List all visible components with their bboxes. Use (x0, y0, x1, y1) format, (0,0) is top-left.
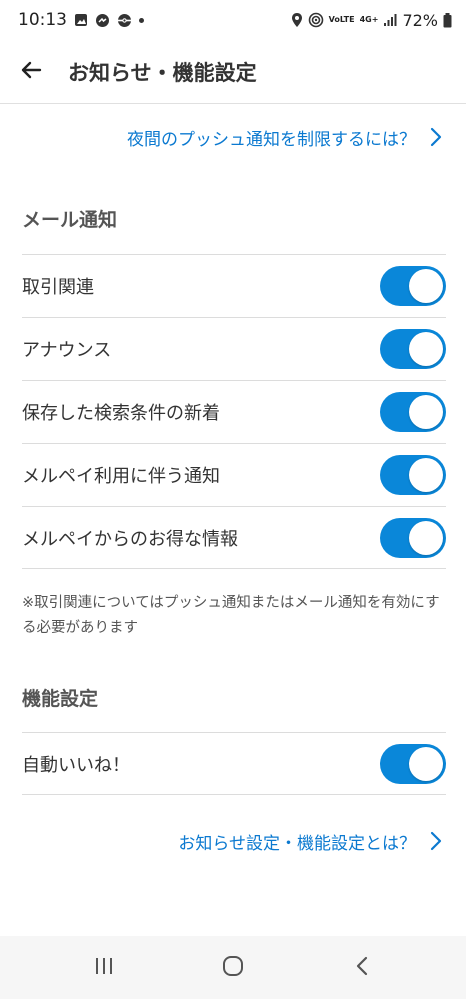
auto-like-toggle[interactable] (380, 743, 446, 784)
toggle-knob (409, 746, 443, 781)
row-label: 取引関連 (22, 277, 94, 298)
toggle-knob (409, 269, 443, 303)
volte-icon: VoLTE (328, 15, 355, 24)
feature-section-heading: 機能設定 (22, 688, 99, 710)
list-item: 保存した検索条件の新着 (22, 380, 446, 443)
location-icon (291, 12, 303, 28)
status-bar: 10:13 VoLTE 4G+ 72% (0, 0, 466, 40)
gallery-icon (74, 13, 88, 27)
row-label: アナウンス (22, 340, 112, 361)
push-limit-link-label: 夜間のプッシュ通知を制限するには？ (127, 129, 416, 150)
back-nav-button[interactable] (332, 943, 392, 993)
announcement-toggle[interactable] (380, 329, 446, 369)
arrow-left-icon (19, 58, 43, 86)
system-nav-bar (0, 936, 466, 999)
toggle-knob (409, 395, 443, 429)
push-limit-link[interactable]: 夜間のプッシュ通知を制限するには？ (0, 115, 466, 159)
mail-notification-note: ※取引関連についてはプッシュ通知またはメール通知を有効にする必要があります (22, 595, 440, 636)
list-item: メルペイ利用に伴う通知 (22, 443, 446, 506)
about-settings-link[interactable]: お知らせ設定・機能設定とは？ (0, 819, 466, 863)
app-bar: お知らせ・機能設定 (0, 40, 466, 104)
hotspot-icon (308, 12, 324, 28)
recent-apps-icon (93, 956, 115, 980)
battery-percent: 72% (402, 10, 438, 30)
row-label: メルペイ利用に伴う通知 (22, 466, 220, 487)
network-type: 4G+ (359, 15, 379, 24)
more-notifications-dot-icon (139, 17, 144, 23)
toggle-knob (409, 520, 443, 555)
toggle-knob (409, 458, 443, 492)
list-item: 自動いいね！ (22, 732, 446, 795)
transaction-toggle[interactable] (380, 266, 446, 306)
list-item: アナウンス (22, 317, 446, 380)
row-label: 保存した検索条件の新着 (22, 403, 220, 424)
page-title: お知らせ・機能設定 (68, 60, 257, 85)
mail-section-heading: メール通知 (22, 209, 118, 231)
merpay-usage-toggle[interactable] (380, 455, 446, 495)
row-label: メルペイからのお得な情報 (22, 528, 238, 550)
chevron-right-icon (430, 127, 442, 147)
signal-icon (383, 13, 397, 27)
list-item: メルペイからのお得な情報 (22, 506, 446, 569)
status-time: 10:13 (18, 10, 67, 30)
list-item: 取引関連 (22, 254, 446, 317)
feature-settings-list: 自動いいね！ (22, 732, 446, 795)
toggle-knob (409, 332, 443, 366)
recent-apps-button[interactable] (74, 943, 134, 993)
pokeball-icon (117, 13, 132, 28)
saved-search-toggle[interactable] (380, 392, 446, 432)
home-icon (221, 954, 245, 982)
back-button[interactable] (8, 49, 54, 95)
mail-notification-list: 取引関連 アナウンス 保存した検索条件の新着 メルペイ利用に伴う通知 メルペイか… (22, 254, 446, 569)
home-button[interactable] (203, 943, 263, 993)
row-label: 自動いいね！ (22, 754, 130, 776)
about-settings-link-label: お知らせ設定・機能設定とは？ (178, 833, 416, 854)
merpay-deals-toggle[interactable] (380, 517, 446, 558)
chevron-right-icon (430, 831, 442, 851)
messenger-icon (95, 13, 110, 28)
battery-icon (443, 12, 452, 28)
back-chevron-icon (355, 955, 369, 981)
